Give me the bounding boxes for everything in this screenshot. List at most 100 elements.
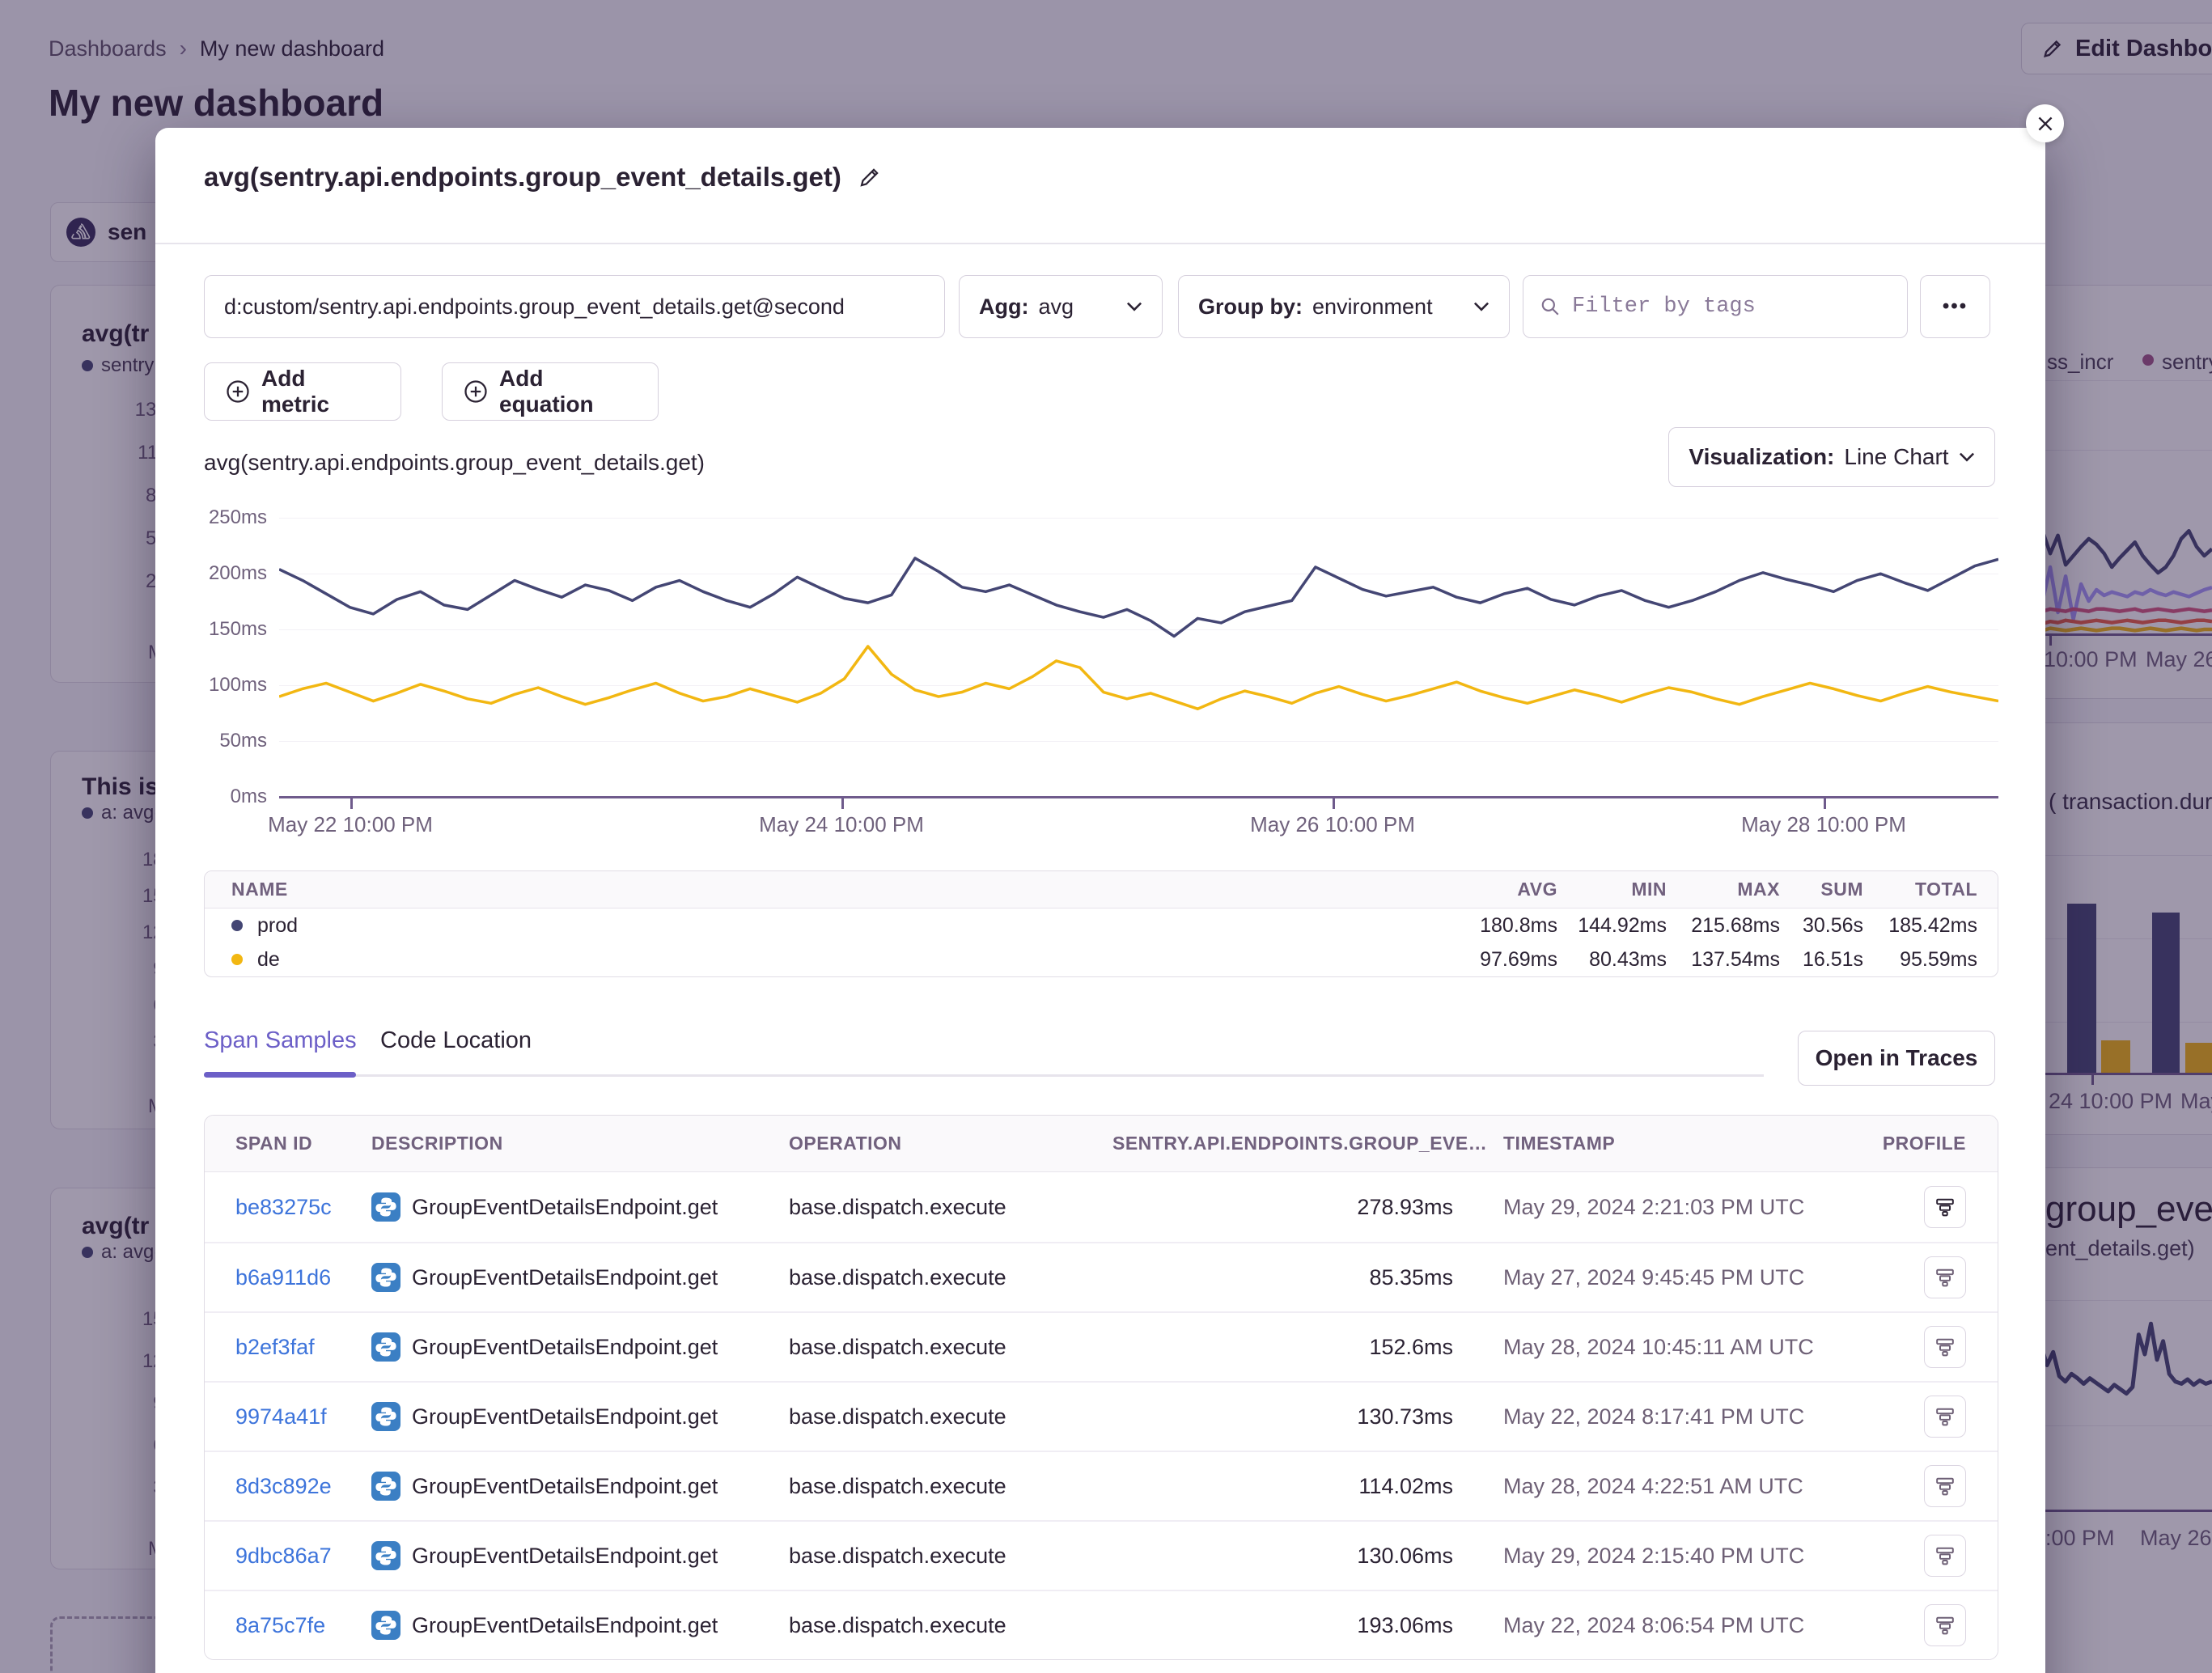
col-max: MAX xyxy=(1667,879,1780,900)
profile-button[interactable] xyxy=(1924,1396,1966,1438)
span-operation: base.dispatch.execute xyxy=(789,1404,1112,1429)
profile-icon xyxy=(1935,1337,1955,1357)
x-axis-label: May 26 10:00 PM xyxy=(1211,812,1454,837)
span-id-link[interactable]: be83275c xyxy=(235,1195,371,1220)
span-id-link[interactable]: 8d3c892e xyxy=(235,1474,371,1499)
col-operation: OPERATION xyxy=(789,1133,1112,1154)
chart-plot xyxy=(279,518,1998,802)
samples-header-row: SPAN ID DESCRIPTION OPERATION SENTRY.API… xyxy=(205,1116,1998,1172)
visualization-value: Line Chart xyxy=(1844,444,1948,470)
span-duration: 278.93ms xyxy=(1112,1195,1453,1220)
chart-title: avg(sentry.api.endpoints.group_event_det… xyxy=(204,450,705,476)
profile-button[interactable] xyxy=(1924,1604,1966,1646)
col-name: NAME xyxy=(205,879,1436,900)
series-prod xyxy=(279,558,1998,637)
profile-button[interactable] xyxy=(1924,1465,1966,1507)
col-sum: SUM xyxy=(1780,879,1863,900)
table-row: b2ef3faf GroupEventDetailsEndpoint.get b… xyxy=(205,1311,1998,1381)
add-metric-button[interactable]: Add metric xyxy=(204,362,401,421)
python-icon xyxy=(371,1192,400,1222)
python-icon xyxy=(371,1402,400,1431)
span-duration: 130.73ms xyxy=(1112,1404,1453,1429)
add-equation-button[interactable]: Add equation xyxy=(442,362,659,421)
max-value: 137.54ms xyxy=(1667,948,1780,972)
col-metric: SENTRY.API.ENDPOINTS.GROUP_EVE… xyxy=(1112,1133,1453,1154)
span-timestamp: May 22, 2024 8:17:41 PM UTC xyxy=(1503,1404,1859,1429)
span-description: GroupEventDetailsEndpoint.get xyxy=(412,1613,718,1638)
x-axis-label: May 22 10:00 PM xyxy=(229,812,472,837)
edit-title-pencil-icon[interactable] xyxy=(858,165,882,189)
span-timestamp: May 27, 2024 9:45:45 PM UTC xyxy=(1503,1265,1859,1290)
span-operation: base.dispatch.execute xyxy=(789,1474,1112,1499)
col-span-id: SPAN ID xyxy=(235,1133,371,1154)
summary-row[interactable]: prod 180.8ms 144.92ms 215.68ms 30.56s 18… xyxy=(205,909,1998,942)
span-id-link[interactable]: b6a911d6 xyxy=(235,1265,371,1290)
span-description: GroupEventDetailsEndpoint.get xyxy=(412,1404,718,1429)
span-operation: base.dispatch.execute xyxy=(789,1195,1112,1220)
span-id-link[interactable]: 9974a41f xyxy=(235,1404,371,1429)
span-operation: base.dispatch.execute xyxy=(789,1544,1112,1569)
metric-details-modal: avg(sentry.api.endpoints.group_event_det… xyxy=(155,128,2045,1673)
tag-filter-input[interactable] xyxy=(1572,294,1891,319)
table-row: 8a75c7fe GroupEventDetailsEndpoint.get b… xyxy=(205,1590,1998,1659)
chevron-down-icon xyxy=(1126,302,1142,312)
python-icon xyxy=(371,1611,400,1640)
visualization-select[interactable]: Visualization: Line Chart xyxy=(1668,427,1995,487)
modal-title: avg(sentry.api.endpoints.group_event_det… xyxy=(204,162,841,193)
span-description: GroupEventDetailsEndpoint.get xyxy=(412,1265,718,1290)
span-id-link[interactable]: 9dbc86a7 xyxy=(235,1544,371,1569)
series-de xyxy=(279,646,1998,709)
more-options-button[interactable]: ••• xyxy=(1920,275,1990,338)
chevron-down-icon xyxy=(1473,302,1489,312)
span-samples-table: SPAN ID DESCRIPTION OPERATION SENTRY.API… xyxy=(204,1115,1998,1660)
profile-button[interactable] xyxy=(1924,1186,1966,1228)
span-description: GroupEventDetailsEndpoint.get xyxy=(412,1335,718,1360)
span-id-link[interactable]: 8a75c7fe xyxy=(235,1613,371,1638)
total-value: 95.59ms xyxy=(1863,948,1977,972)
visualization-label: Visualization: xyxy=(1689,444,1834,470)
series-name: prod xyxy=(257,914,298,938)
span-operation: base.dispatch.execute xyxy=(789,1265,1112,1290)
span-timestamp: May 29, 2024 2:21:03 PM UTC xyxy=(1503,1195,1859,1220)
profile-icon xyxy=(1935,1476,1955,1496)
x-axis-label: May 28 10:00 PM xyxy=(1702,812,1945,837)
y-axis-label: 100ms xyxy=(170,674,267,697)
table-row: 8d3c892e GroupEventDetailsEndpoint.get b… xyxy=(205,1451,1998,1520)
col-timestamp: TIMESTAMP xyxy=(1503,1133,1859,1154)
summary-row[interactable]: de 97.69ms 80.43ms 137.54ms 16.51s 95.59… xyxy=(205,942,1998,976)
python-icon xyxy=(371,1472,400,1501)
span-operation: base.dispatch.execute xyxy=(789,1335,1112,1360)
aggregation-select[interactable]: Agg: avg xyxy=(959,275,1163,338)
tab-span-samples[interactable]: Span Samples xyxy=(204,1027,357,1054)
group-by-select[interactable]: Group by: environment xyxy=(1178,275,1510,338)
y-axis-label: 50ms xyxy=(170,730,267,752)
profile-icon xyxy=(1935,1268,1955,1287)
tabs: Span Samples Code Location xyxy=(204,1024,1998,1082)
min-value: 80.43ms xyxy=(1557,948,1667,972)
span-id-link[interactable]: b2ef3faf xyxy=(235,1335,371,1360)
sum-value: 16.51s xyxy=(1780,948,1863,972)
series-summary-table: NAME AVG MIN MAX SUM TOTAL prod 180.8ms … xyxy=(204,870,1998,977)
span-operation: base.dispatch.execute xyxy=(789,1613,1112,1638)
x-axis-label: May 24 10:00 PM xyxy=(720,812,963,837)
col-total: TOTAL xyxy=(1863,879,1977,900)
tag-filter-field xyxy=(1523,275,1908,338)
total-value: 185.42ms xyxy=(1863,914,1977,938)
close-button[interactable] xyxy=(2026,104,2064,142)
table-row: b6a911d6 GroupEventDetailsEndpoint.get b… xyxy=(205,1242,1998,1311)
avg-value: 97.69ms xyxy=(1436,948,1557,972)
plus-circle-icon xyxy=(464,379,488,404)
profile-button[interactable] xyxy=(1924,1326,1966,1368)
tab-active-indicator xyxy=(204,1072,356,1078)
metric-query-input[interactable] xyxy=(204,275,945,338)
tab-code-location[interactable]: Code Location xyxy=(380,1027,532,1054)
y-axis-label: 150ms xyxy=(170,618,267,641)
profile-button[interactable] xyxy=(1924,1256,1966,1298)
close-icon xyxy=(2035,113,2056,134)
min-value: 144.92ms xyxy=(1557,914,1667,938)
max-value: 215.68ms xyxy=(1667,914,1780,938)
profile-button[interactable] xyxy=(1924,1535,1966,1577)
python-icon xyxy=(371,1541,400,1570)
open-in-traces-button[interactable]: Open in Traces xyxy=(1798,1031,1995,1086)
span-timestamp: May 28, 2024 10:45:11 AM UTC xyxy=(1503,1335,1859,1360)
